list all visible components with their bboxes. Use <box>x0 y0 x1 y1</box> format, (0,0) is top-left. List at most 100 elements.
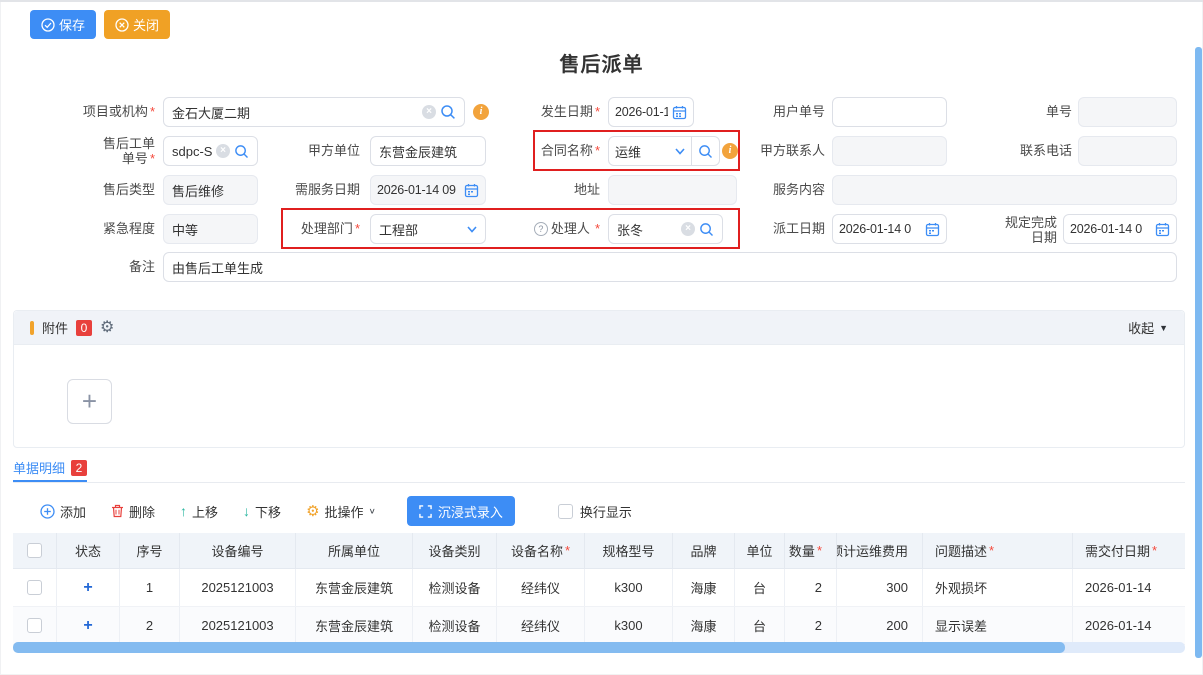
required-asterisk: * <box>989 543 994 558</box>
occur-date-label: 发生日期* <box>470 97 600 127</box>
column-header: 序号 <box>120 533 180 568</box>
expand-plus-icon[interactable]: + <box>83 579 92 597</box>
attachment-panel: 附件 0 ⚙ 收起 ▼ + <box>13 310 1185 448</box>
column-header: 设备名称* <box>497 533 585 568</box>
table-row[interactable]: +22025121003东营金辰建筑检测设备经纬仪k300海康台2200显示误差… <box>13 607 1185 645</box>
required-asterisk: * <box>565 543 570 558</box>
attachment-count-badge: 0 <box>76 320 92 336</box>
tab-detail-label: 单据明细 <box>13 458 65 477</box>
required-asterisk: * <box>595 104 600 119</box>
batch-actions-menu[interactable]: ⚙ 批操作 ∨ <box>306 502 376 521</box>
expand-plus-icon[interactable]: + <box>83 617 92 635</box>
project-label: 项目或机构* <box>8 97 155 127</box>
urgency-label: 紧急程度 <box>8 214 155 244</box>
column-header: 需交付日期* <box>1073 533 1185 568</box>
column-header: 预计运维费用 <box>837 533 923 568</box>
search-icon[interactable] <box>440 104 456 120</box>
upload-attachment-button[interactable]: + <box>67 379 112 424</box>
vertical-scrollbar-thumb[interactable] <box>1195 47 1202 658</box>
required-asterisk: * <box>150 104 155 119</box>
calendar-icon[interactable] <box>672 105 687 120</box>
user-order-no-field[interactable] <box>832 97 947 127</box>
service-content-label: 服务内容 <box>695 175 825 205</box>
immersive-entry-label: 沉浸式录入 <box>438 502 503 521</box>
cell-due_date: 2026-01-14 <box>1073 607 1185 644</box>
save-button-label: 保存 <box>59 15 85 34</box>
immersive-entry-button[interactable]: 沉浸式录入 <box>407 496 515 526</box>
cell-qty: 2 <box>785 569 837 606</box>
gear-icon: ⚙ <box>306 504 319 519</box>
column-header: 数量* <box>785 533 837 568</box>
wrap-display-checkbox[interactable] <box>558 504 573 519</box>
dispatch-date-field[interactable]: 2026-01-14 0 <box>832 214 947 244</box>
clear-icon[interactable]: × <box>422 105 436 119</box>
horizontal-scrollbar-thumb[interactable] <box>13 642 1065 653</box>
move-up-button[interactable]: ↑ 上移 <box>180 502 218 521</box>
help-circle-icon[interactable]: ? <box>534 222 548 236</box>
select-all-checkbox[interactable] <box>27 543 42 558</box>
table-header-row: 状态序号设备编号所属单位设备类别设备名称*规格型号品牌单位数量*预计运维费用问题… <box>13 533 1185 569</box>
column-header: 品牌 <box>673 533 735 568</box>
table-row[interactable]: +12025121003东营金辰建筑检测设备经纬仪k300海康台2300外观损坏… <box>13 569 1185 607</box>
row-select-cell <box>13 607 57 644</box>
row-status-cell: + <box>57 607 120 644</box>
cell-unit: 台 <box>735 607 785 644</box>
remark-field[interactable]: 由售后工单生成 <box>163 252 1177 282</box>
save-button[interactable]: 保存 <box>30 10 96 39</box>
cell-seq: 1 <box>120 569 180 606</box>
occur-date-value: 2026-01-14 <box>615 105 668 119</box>
attachment-title: 附件 <box>42 318 68 337</box>
triangle-down-icon: ▼ <box>1159 323 1168 333</box>
row-checkbox[interactable] <box>27 580 42 595</box>
arrow-down-icon: ↓ <box>243 503 250 519</box>
contract-label: 合同名称* <box>470 136 600 166</box>
cell-brand: 海康 <box>673 569 735 606</box>
gear-icon[interactable]: ⚙ <box>100 320 114 336</box>
horizontal-scrollbar-track[interactable] <box>13 642 1185 653</box>
calendar-icon[interactable] <box>1155 222 1170 237</box>
service-type-label: 售后类型 <box>8 175 155 205</box>
field-divider <box>691 137 692 165</box>
project-field[interactable]: 金石大厦二期 × <box>163 97 465 127</box>
clear-icon[interactable]: × <box>681 222 695 236</box>
cell-category: 检测设备 <box>413 607 497 644</box>
delete-row-label: 删除 <box>129 502 155 521</box>
cell-owner_unit: 东营金辰建筑 <box>296 607 413 644</box>
party-a-unit-field[interactable]: 东营金辰建筑 <box>370 136 486 166</box>
collapse-toggle[interactable]: 收起 ▼ <box>1128 318 1168 337</box>
cell-issue: 外观损坏 <box>923 569 1073 606</box>
work-order-no-label: 售后工单 单号* <box>60 136 155 166</box>
move-down-button[interactable]: ↓ 下移 <box>243 502 281 521</box>
chevron-down-icon[interactable] <box>675 148 685 155</box>
deadline-field[interactable]: 2026-01-14 0 <box>1063 214 1177 244</box>
close-button[interactable]: 关闭 <box>104 10 170 39</box>
add-row-button[interactable]: 添加 <box>40 502 86 521</box>
party-a-unit-label: 甲方单位 <box>230 136 360 166</box>
tab-detail[interactable]: 单据明细 2 <box>13 458 87 477</box>
wrap-display-toggle[interactable]: 换行显示 <box>558 502 632 521</box>
column-header: 状态 <box>57 533 120 568</box>
delete-row-button[interactable]: 删除 <box>111 502 155 521</box>
occur-date-field[interactable]: 2026-01-14 <box>608 97 694 127</box>
dispatch-date-value: 2026-01-14 0 <box>839 222 921 236</box>
cell-model: k300 <box>585 569 673 606</box>
collapse-label: 收起 <box>1128 318 1154 337</box>
clear-icon[interactable]: × <box>216 144 230 158</box>
calendar-icon[interactable] <box>925 222 940 237</box>
cell-device_name: 经纬仪 <box>497 569 585 606</box>
dept-select[interactable]: 工程部 <box>370 214 486 244</box>
party-a-unit-value: 东营金辰建筑 <box>379 142 477 161</box>
cell-issue: 显示误差 <box>923 607 1073 644</box>
column-header: 设备类别 <box>413 533 497 568</box>
column-header: 设备编号 <box>180 533 296 568</box>
row-status-cell: + <box>57 569 120 606</box>
order-no-label: 单号 <box>942 97 1072 127</box>
cell-qty: 2 <box>785 607 837 644</box>
tab-detail-count-badge: 2 <box>71 460 87 476</box>
service-date-label: 需服务日期 <box>230 175 360 205</box>
add-row-label: 添加 <box>60 502 86 521</box>
service-date-value: 2026-01-14 09 <box>377 183 460 197</box>
row-checkbox[interactable] <box>27 618 42 633</box>
deadline-label: 规定完成 日期 <box>960 215 1057 245</box>
remark-value: 由售后工单生成 <box>172 258 1168 277</box>
